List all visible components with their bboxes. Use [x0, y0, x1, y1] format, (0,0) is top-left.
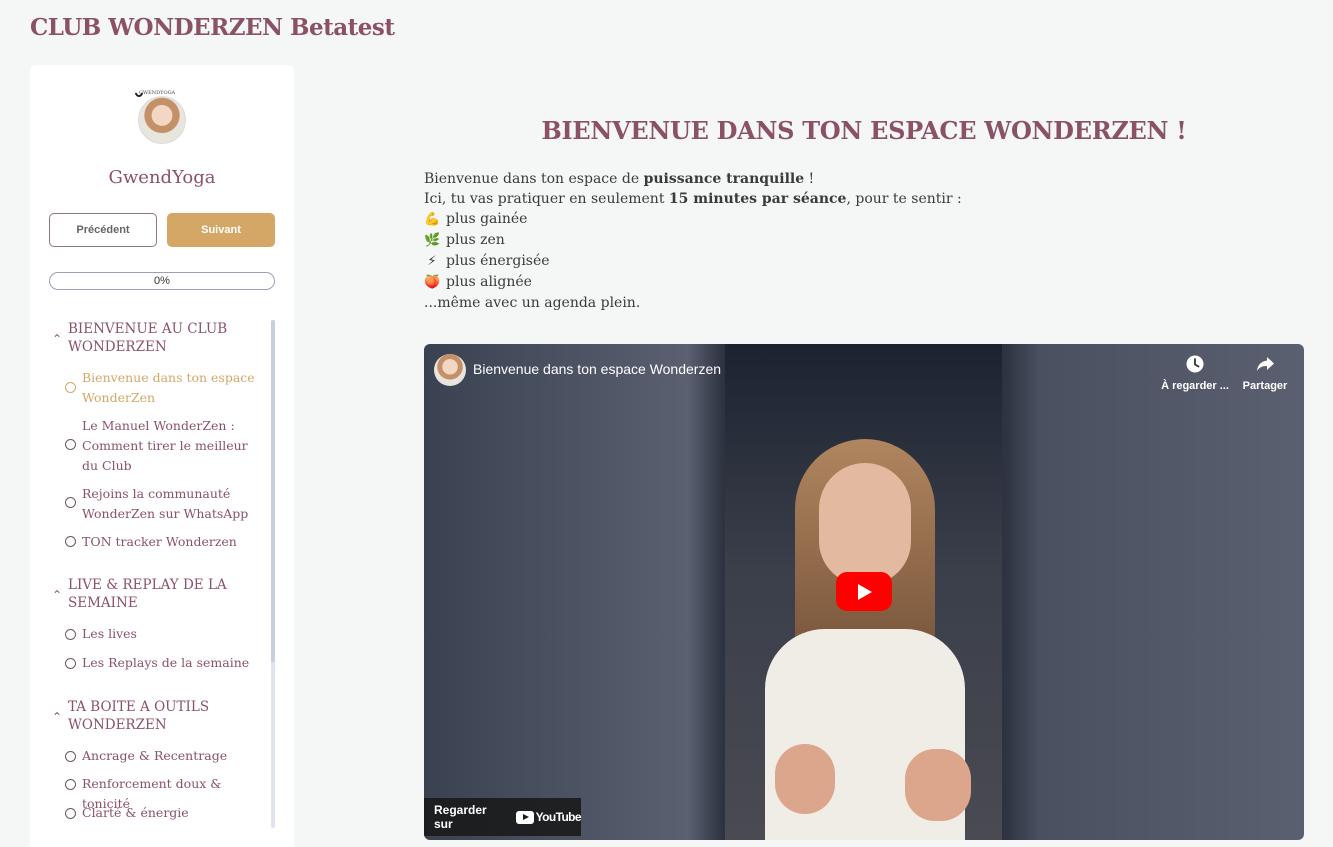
incomplete-circle-icon	[65, 536, 76, 547]
youtube-wordmark: YouTube	[535, 810, 582, 824]
site-title: CLUB WONDERZEN Betatest	[30, 14, 395, 41]
share-label: Partager	[1242, 380, 1288, 392]
progress-label: 0%	[154, 275, 170, 287]
sidebar-scrollbar[interactable]	[271, 320, 275, 828]
benefit-item: 💪 plus gainée	[424, 209, 1124, 230]
incomplete-circle-icon	[65, 751, 76, 762]
youtube-icon	[515, 810, 534, 824]
benefit-text: plus alignée	[446, 274, 532, 290]
watch-on-youtube-button[interactable]: Regarder sur YouTube	[424, 798, 582, 836]
lesson-label[interactable]: Rejoins la communauté WonderZen sur What…	[82, 484, 262, 524]
video-thumbnail-person	[765, 439, 971, 840]
watch-on-label: Regarder sur	[434, 803, 487, 831]
incomplete-circle-icon	[65, 382, 76, 393]
watch-later-button[interactable]: À regarder ...	[1160, 354, 1230, 392]
next-button[interactable]: Suivant	[167, 213, 275, 247]
share-button[interactable]: Partager	[1230, 354, 1300, 392]
section-title[interactable]: BIENVENUE AU CLUB WONDERZEN	[68, 320, 238, 356]
chevron-up-icon[interactable]: ⌃	[52, 333, 62, 345]
channel-avatar[interactable]	[434, 354, 466, 386]
text-segment: Bienvenue dans ton espace de	[424, 171, 644, 187]
youtube-logo: YouTube	[515, 810, 582, 824]
clock-icon	[1186, 355, 1204, 373]
peach-icon: 🍑	[424, 275, 441, 290]
profile-logo: GWENDYOGA	[133, 87, 189, 146]
avatar	[138, 96, 186, 144]
lesson-label[interactable]: Les lives	[82, 624, 262, 644]
text-segment: , pour te sentir :	[846, 191, 962, 207]
lesson-label[interactable]: Clarté & énergie	[82, 803, 262, 823]
bold-text: 15 minutes par séance	[668, 191, 847, 207]
incomplete-circle-icon	[65, 497, 76, 508]
benefit-item: 🌿 plus zen	[424, 230, 1124, 251]
bold-text: puissance tranquille	[643, 171, 805, 187]
share-icon	[1257, 357, 1274, 371]
incomplete-circle-icon	[65, 779, 76, 790]
lesson-label[interactable]: Bienvenue dans ton espace WonderZen	[82, 368, 262, 408]
scrollbar-thumb[interactable]	[271, 320, 275, 662]
video-title[interactable]: Bienvenue dans ton espace Wonderzen	[473, 361, 721, 377]
watch-later-label: À regarder ...	[1161, 380, 1229, 392]
incomplete-circle-icon	[65, 439, 76, 450]
youtube-video-embed[interactable]: Bienvenue dans ton espace Wonderzen À re…	[424, 344, 1304, 840]
page-title: BIENVENUE DANS TON ESPACE WONDERZEN !	[541, 116, 1187, 145]
course-sidebar: GWENDYOGA GwendYoga Précédent Suivant 0%…	[30, 65, 294, 847]
benefit-text: plus gainée	[446, 211, 528, 227]
lesson-label[interactable]: Ancrage & Recentrage	[82, 746, 262, 766]
play-button[interactable]	[836, 572, 892, 611]
intro-line-2: Ici, tu vas pratiquer en seulement 15 mi…	[424, 189, 1124, 209]
benefit-text: plus énergisée	[446, 253, 550, 269]
incomplete-circle-icon	[65, 658, 76, 669]
benefit-item: 🍑 plus alignée	[424, 272, 1124, 293]
lesson-label[interactable]: TON tracker Wonderzen	[82, 532, 262, 552]
section-title[interactable]: LIVE & REPLAY DE LA SEMAINE	[68, 576, 238, 612]
closing-line: ...même avec un agenda plein.	[424, 295, 641, 311]
profile-name: GwendYoga	[108, 167, 216, 188]
incomplete-circle-icon	[65, 629, 76, 640]
section-title[interactable]: TA BOITE A OUTILS WONDERZEN	[68, 698, 238, 734]
lesson-label[interactable]: Les Replays de la semaine	[82, 653, 262, 673]
lightning-icon: ⚡	[427, 254, 437, 269]
progress-bar: 0%	[49, 272, 275, 290]
text-segment: !	[804, 171, 815, 187]
herb-icon: 🌿	[424, 233, 441, 248]
previous-button[interactable]: Précédent	[49, 213, 157, 247]
incomplete-circle-icon	[65, 808, 76, 819]
flexed-biceps-icon: 💪	[424, 212, 441, 227]
benefit-item: ⚡ plus énergisée	[424, 251, 1124, 272]
text-segment: Ici, tu vas pratiquer en seulement	[424, 191, 669, 207]
intro-line-1: Bienvenue dans ton espace de puissance t…	[424, 169, 1124, 189]
benefit-text: plus zen	[446, 232, 505, 248]
chevron-up-icon[interactable]: ⌃	[52, 589, 62, 601]
chevron-up-icon[interactable]: ⌃	[52, 711, 62, 723]
lesson-label[interactable]: Le Manuel WonderZen : Comment tirer le m…	[82, 416, 262, 476]
intro-text: Bienvenue dans ton espace de puissance t…	[424, 169, 1124, 313]
